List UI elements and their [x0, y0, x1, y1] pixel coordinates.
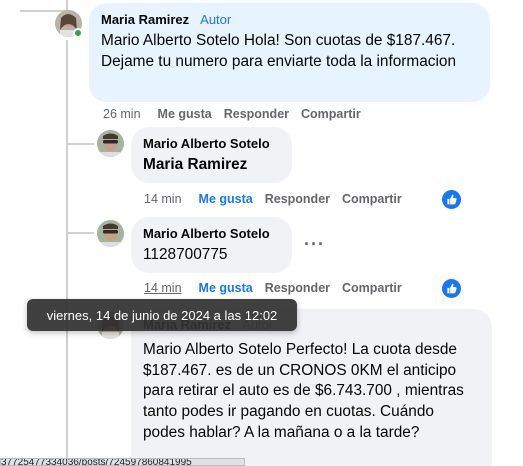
comment-timestamp[interactable]: 26 min: [103, 107, 141, 121]
more-options-icon[interactable]: ···: [304, 235, 325, 253]
comment-actions: 14 min Me gusta Responder Compartir: [144, 192, 414, 206]
thread-branch-2: [66, 232, 94, 234]
like-reaction-badge[interactable]: [442, 190, 461, 209]
comment-author[interactable]: Maria Ramirez: [101, 11, 189, 29]
avatar-mario-icon: [97, 130, 124, 157]
comment-author[interactable]: Mario Alberto Sotelo: [143, 135, 270, 153]
like-thumb-icon: [447, 283, 457, 294]
comment-actions: 26 min Me gusta Responder Compartir: [103, 107, 373, 121]
comment-bubble: Mario Alberto Sotelo Maria Ramirez: [131, 127, 292, 183]
comment-timestamp[interactable]: 14 min: [144, 192, 182, 206]
thread-line-main: [66, 40, 68, 466]
thread-branch-1: [66, 143, 94, 145]
like-button[interactable]: Me gusta: [199, 281, 253, 295]
comment-text: 1128700775: [143, 246, 228, 263]
reply-button[interactable]: Responder: [265, 192, 330, 206]
avatar-mario-icon: [97, 220, 124, 247]
comment-bubble: Maria Ramirez Autor Mario Alberto Sotelo…: [89, 3, 490, 102]
comment-timestamp[interactable]: 14 min: [144, 281, 182, 295]
comment-bubble: Maria Ramirez Autor Mario Alberto Sotelo…: [131, 309, 492, 466]
comment-author[interactable]: Mario Alberto Sotelo: [143, 225, 270, 243]
share-button[interactable]: Compartir: [342, 281, 402, 295]
comment-bubble: Mario Alberto Sotelo 1128700775: [131, 217, 292, 273]
reply-button[interactable]: Responder: [224, 107, 289, 121]
like-button[interactable]: Me gusta: [158, 107, 212, 121]
online-status-dot: [73, 28, 83, 38]
like-thumb-icon: [447, 194, 457, 205]
mention-tag[interactable]: Maria Ramirez: [143, 155, 280, 176]
avatar[interactable]: [97, 130, 124, 157]
author-badge: Autor: [200, 12, 232, 27]
timestamp-tooltip: viernes, 14 de junio de 2024 a las 12:02: [27, 299, 297, 331]
comment-text: Mario Alberto Sotelo Perfecto! La cuota …: [143, 341, 464, 441]
like-button[interactable]: Me gusta: [199, 192, 253, 206]
share-button[interactable]: Compartir: [301, 107, 361, 121]
share-button[interactable]: Compartir: [342, 192, 402, 206]
reply-button[interactable]: Responder: [265, 281, 330, 295]
like-reaction-badge[interactable]: [442, 279, 461, 298]
comment-actions: 14 min Me gusta Responder Compartir: [144, 281, 414, 295]
status-bar-url: 37725477334036/posts/724597860841995: [0, 458, 245, 466]
comment-text: Mario Alberto Sotelo Hola! Son cuotas de…: [101, 32, 457, 70]
avatar[interactable]: [97, 220, 124, 247]
